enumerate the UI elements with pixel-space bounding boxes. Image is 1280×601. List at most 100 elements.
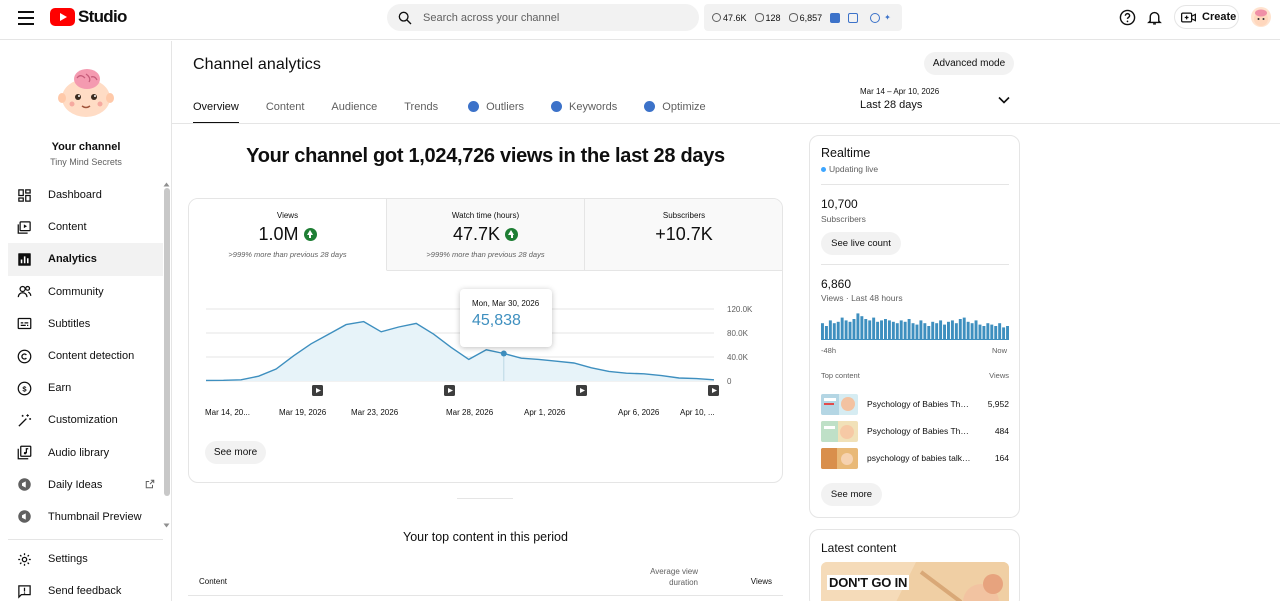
- column-avg-duration[interactable]: Average view duration: [628, 566, 698, 588]
- realtime-bar[interactable]: [880, 320, 883, 340]
- realtime-bar[interactable]: [848, 321, 852, 340]
- realtime-bar[interactable]: [860, 316, 864, 340]
- list-icon[interactable]: [848, 12, 859, 23]
- sidebar-item-earn[interactable]: $ Earn: [8, 372, 163, 404]
- realtime-bar[interactable]: [1002, 327, 1006, 340]
- tab-trends[interactable]: Trends: [404, 97, 438, 124]
- sidebar-item-send-feedback[interactable]: Send feedback: [8, 575, 163, 601]
- sidebar-item-community[interactable]: Community: [8, 276, 163, 308]
- realtime-bar[interactable]: [958, 319, 962, 340]
- menu-icon[interactable]: [18, 11, 34, 25]
- realtime-bar[interactable]: [891, 321, 895, 340]
- realtime-bar[interactable]: [852, 319, 856, 340]
- realtime-bar[interactable]: [895, 323, 899, 340]
- realtime-bar[interactable]: [903, 321, 907, 340]
- see-more-button[interactable]: See more: [821, 483, 882, 506]
- tab-audience[interactable]: Audience: [331, 97, 377, 124]
- realtime-bar[interactable]: [887, 320, 891, 340]
- column-views[interactable]: Views: [728, 577, 772, 586]
- sidebar-item-customization[interactable]: Customization: [8, 404, 163, 436]
- sidebar-item-subtitles[interactable]: Subtitles: [8, 308, 163, 340]
- bell-icon[interactable]: [1146, 9, 1163, 26]
- top-content-item[interactable]: Psychology of Babies That Reveal... 484: [821, 420, 1009, 442]
- realtime-bar[interactable]: [978, 324, 982, 340]
- realtime-bar[interactable]: [915, 324, 919, 340]
- sidebar-item-thumbnail-preview[interactable]: Thumbnail Preview: [8, 501, 163, 533]
- latest-video-thumbnail[interactable]: DON'T GO IN: [821, 562, 1009, 601]
- magic-icon[interactable]: [870, 12, 881, 23]
- realtime-bar[interactable]: [884, 319, 887, 340]
- scroll-thumb[interactable]: [164, 188, 170, 496]
- realtime-bar[interactable]: [832, 323, 836, 340]
- see-more-button[interactable]: See more: [205, 441, 266, 464]
- scroll-down-icon[interactable]: [163, 523, 170, 528]
- realtime-bar[interactable]: [821, 323, 824, 340]
- create-button[interactable]: Create: [1174, 5, 1239, 29]
- realtime-bar[interactable]: [907, 319, 911, 340]
- tab-keywords[interactable]: Keywords: [550, 97, 617, 124]
- studio-logo[interactable]: Studio: [50, 7, 127, 27]
- realtime-bar[interactable]: [947, 321, 950, 340]
- tab-overview[interactable]: Overview: [193, 97, 239, 124]
- realtime-bar[interactable]: [836, 321, 840, 340]
- realtime-bar[interactable]: [927, 326, 931, 340]
- chevron-down-icon[interactable]: [998, 95, 1010, 105]
- realtime-bar[interactable]: [844, 320, 848, 340]
- realtime-bar[interactable]: [970, 323, 974, 340]
- search-bar[interactable]: [387, 4, 699, 31]
- tab-content[interactable]: Content: [266, 97, 305, 124]
- sidebar-item-daily-ideas[interactable]: Daily Ideas: [8, 469, 163, 501]
- tab-optimize[interactable]: Optimize: [644, 97, 706, 124]
- sparkle-icon[interactable]: ✦: [884, 13, 894, 23]
- highlight-point[interactable]: [500, 350, 507, 357]
- realtime-bar[interactable]: [840, 317, 844, 340]
- top-content-item[interactable]: psychology of babies talking to... 164: [821, 447, 1009, 469]
- sidebar-item-content[interactable]: Content: [8, 211, 163, 243]
- metric-subscribers[interactable]: Subscribers +10.7K: [585, 199, 782, 271]
- realtime-bar[interactable]: [868, 320, 872, 340]
- realtime-bar[interactable]: [974, 320, 978, 340]
- realtime-bar[interactable]: [994, 326, 998, 340]
- tab-outliers[interactable]: Outliers: [468, 97, 524, 124]
- realtime-bar[interactable]: [939, 320, 943, 340]
- realtime-bar[interactable]: [943, 324, 946, 340]
- realtime-bar[interactable]: [919, 320, 923, 340]
- scroll-up-icon[interactable]: [163, 182, 170, 187]
- help-icon[interactable]: [1119, 9, 1136, 26]
- realtime-bar[interactable]: [864, 319, 868, 340]
- sidebar-item-dashboard[interactable]: Dashboard: [8, 179, 163, 211]
- sidebar-item-analytics[interactable]: Analytics: [8, 243, 163, 276]
- realtime-bar[interactable]: [931, 321, 935, 340]
- channel-avatar[interactable]: [58, 66, 114, 118]
- realtime-views-bars[interactable]: [821, 312, 1009, 340]
- realtime-bar[interactable]: [962, 317, 966, 340]
- realtime-bar[interactable]: [824, 326, 828, 340]
- realtime-bar[interactable]: [923, 323, 927, 340]
- date-period-label[interactable]: Last 28 days: [860, 99, 922, 111]
- see-live-count-button[interactable]: See live count: [821, 232, 901, 255]
- realtime-bar[interactable]: [998, 323, 1002, 340]
- realtime-bar[interactable]: [911, 323, 915, 340]
- account-avatar[interactable]: [1251, 7, 1271, 27]
- realtime-bar[interactable]: [966, 321, 970, 340]
- sidebar-item-settings[interactable]: Settings: [8, 543, 163, 575]
- realtime-bar[interactable]: [872, 317, 876, 340]
- realtime-bar[interactable]: [1006, 326, 1009, 340]
- sidebar-item-audio-library[interactable]: Audio library: [8, 437, 163, 469]
- extension-icon[interactable]: [830, 12, 841, 23]
- realtime-bar[interactable]: [899, 320, 903, 340]
- metric-watch-time[interactable]: Watch time (hours) 47.7K >999% more than…: [387, 199, 585, 271]
- realtime-bar[interactable]: [986, 323, 990, 340]
- advanced-mode-button[interactable]: Advanced mode: [924, 52, 1014, 75]
- sidebar-item-content-detection[interactable]: Content detection: [8, 340, 163, 372]
- realtime-bar[interactable]: [856, 313, 860, 340]
- column-content[interactable]: Content: [199, 577, 227, 586]
- realtime-bar[interactable]: [950, 320, 954, 340]
- date-range[interactable]: Mar 14 – Apr 10, 2026: [860, 87, 939, 96]
- metric-views[interactable]: Views 1.0M >999% more than previous 28 d…: [189, 199, 387, 271]
- realtime-bar[interactable]: [876, 321, 880, 340]
- search-input[interactable]: [423, 11, 683, 24]
- realtime-bar[interactable]: [954, 323, 958, 340]
- realtime-bar[interactable]: [982, 326, 986, 340]
- realtime-bar[interactable]: [935, 323, 939, 340]
